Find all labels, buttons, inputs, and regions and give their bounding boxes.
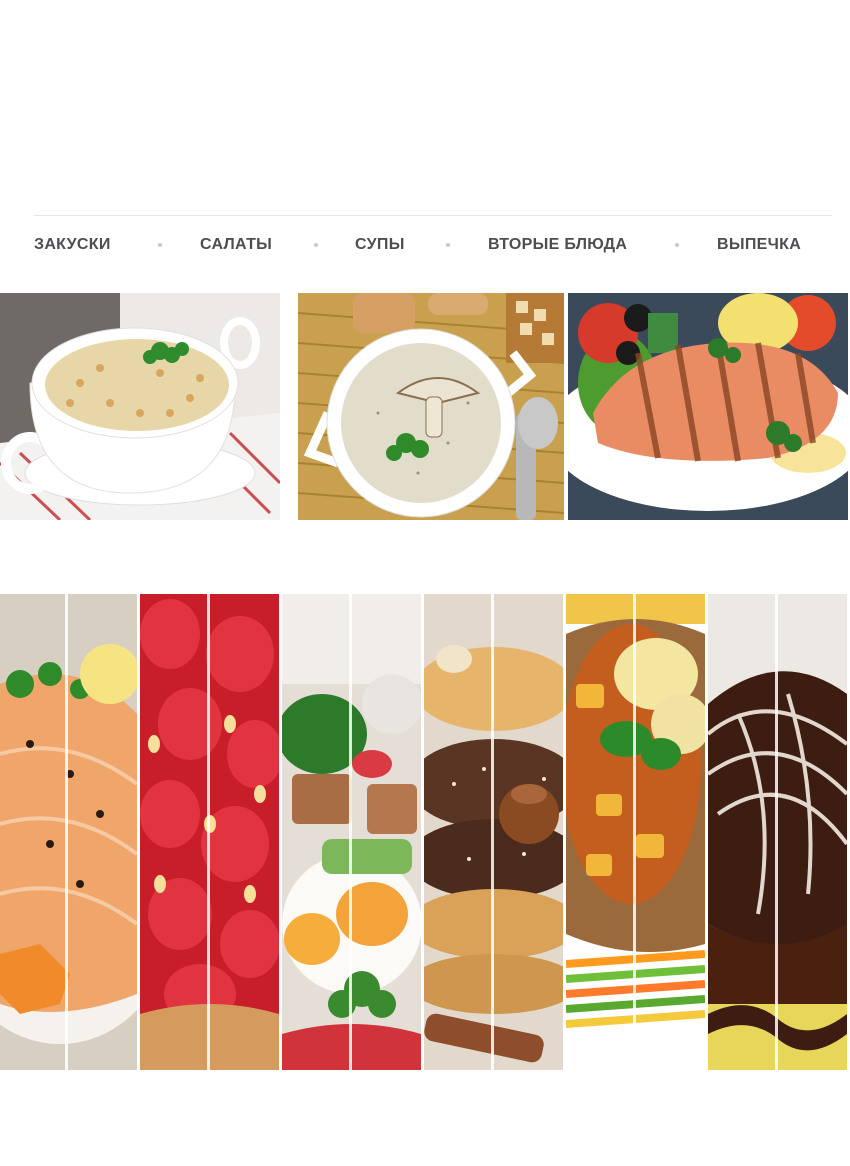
mushroom-soup-photo[interactable] [298, 293, 564, 520]
collage-divider [775, 594, 778, 1070]
porridge-photo[interactable] [0, 293, 280, 520]
collage-divider [207, 594, 210, 1070]
nav-item-pastry[interactable]: ВЫПЕЧКА [717, 232, 801, 258]
salmon-strip[interactable] [0, 594, 137, 1070]
category-nav: ЗАКУСКИ САЛАТЫ СУПЫ ВТОРЫЕ БЛЮДА ВЫПЕЧКА [0, 232, 850, 258]
collage-divider [491, 594, 494, 1070]
collage-divider [65, 594, 68, 1070]
nav-separator-dot [158, 243, 162, 247]
collage-divider [633, 594, 636, 1070]
nav-separator-dot [314, 243, 318, 247]
food-collage [0, 594, 850, 1070]
nav-item-salads[interactable]: САЛАТЫ [200, 232, 272, 258]
grilled-salmon-photo[interactable] [568, 293, 848, 520]
nav-separator-dot [675, 243, 679, 247]
collage-divider [349, 594, 352, 1070]
nav-separator-dot [446, 243, 450, 247]
nav-item-soups[interactable]: СУПЫ [355, 232, 405, 258]
nav-item-appetizers[interactable]: ЗАКУСКИ [34, 232, 111, 258]
top-divider-rule [34, 215, 832, 216]
nav-item-main-dishes[interactable]: ВТОРЫЕ БЛЮДА [488, 232, 627, 258]
